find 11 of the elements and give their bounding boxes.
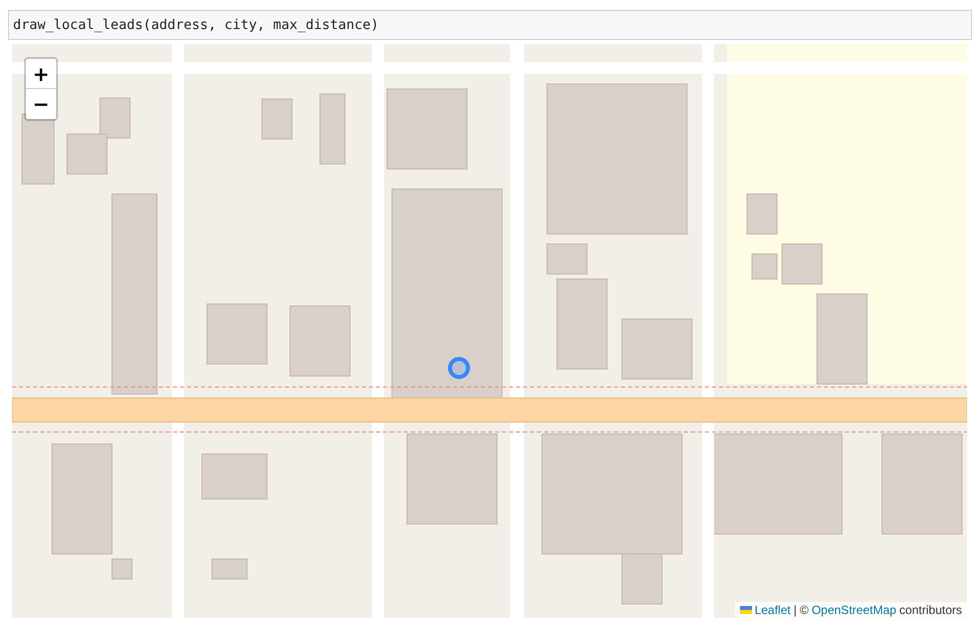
location-marker[interactable] xyxy=(448,357,470,379)
map-view[interactable]: + − Leaflet | © OpenStreetMap contributors xyxy=(12,44,967,618)
leaflet-link[interactable]: Leaflet xyxy=(754,603,791,617)
attribution-text: contributors xyxy=(899,603,962,617)
openstreetmap-link[interactable]: OpenStreetMap xyxy=(812,603,896,617)
flag-icon xyxy=(740,606,752,614)
zoom-in-button[interactable]: + xyxy=(26,59,56,89)
copyright-sign: © xyxy=(800,603,809,617)
code-cell[interactable]: draw_local_leads(address, city, max_distance) xyxy=(8,10,972,40)
attribution-separator: | xyxy=(794,603,797,617)
zoom-out-button[interactable]: − xyxy=(26,89,56,119)
